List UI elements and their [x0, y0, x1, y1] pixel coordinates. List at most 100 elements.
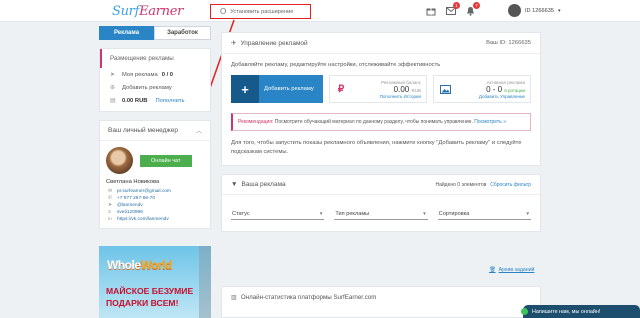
- tab-earnings[interactable]: Заработок: [154, 26, 211, 40]
- active-ads-links[interactable]: Добавить Управление: [455, 94, 525, 99]
- active-ads-card: Активная реклама 0 - 0 в ротации Добавит…: [433, 75, 531, 103]
- chevron-down-icon: ▾: [557, 7, 561, 14]
- your-ads-title-group: ▼ Ваша реклама: [231, 181, 286, 188]
- add-ad-button[interactable]: + Добавить рекламу: [231, 75, 323, 103]
- page-description: Для того, чтобы запустить показы рекламн…: [231, 140, 522, 155]
- bell-icon[interactable]: 7: [465, 2, 480, 16]
- filter-row: Статус ▼ Тип рекламы ▼ Сортировка ▼: [222, 195, 540, 231]
- wallet-icon: ▤: [110, 98, 116, 104]
- ruble-icon: ₽: [337, 83, 345, 95]
- platform-stats-header: ▥ Онлайн-статистика платформы SurfEarner…: [222, 287, 540, 308]
- contact-vk-text: https://vk.com/lanmendv: [117, 217, 169, 222]
- active-ads-body: Активная реклама 0 - 0 в ротации Добавит…: [455, 80, 525, 99]
- banner-logo-world: World: [140, 258, 173, 272]
- contact-telegram-text: @lanmendv: [117, 203, 143, 208]
- page-title: Управление рекламой: [240, 40, 308, 47]
- contact-skype[interactable]: Ssveti120996: [100, 209, 210, 216]
- add-ad-label: Добавить рекламу: [122, 84, 172, 91]
- contact-vk[interactable]: in https://vk.com/lanmendv: [100, 216, 210, 228]
- sort-select[interactable]: Сортировка ▼: [437, 209, 531, 221]
- chat-widget[interactable]: Напишите нам, мы онлайн!: [521, 305, 640, 318]
- left-sidebar: Реклама Заработок Размещение рекламы ➤ М…: [99, 23, 211, 229]
- archive-label: Архив заданий: [498, 267, 535, 273]
- contact-telegram[interactable]: ➤ @lanmendv: [100, 202, 210, 209]
- manager-profile: Онлайн чат: [100, 141, 210, 176]
- platform-stats-panel: ▥ Онлайн-статистика платформы SurfEarner…: [221, 286, 541, 318]
- ad-type-select-label: Тип рекламы: [335, 211, 370, 218]
- platform-stats-title: Онлайн-статистика платформы SurfEarner.c…: [240, 294, 377, 301]
- filter-icon: ▼: [231, 181, 238, 189]
- email-icon: ✉: [108, 189, 113, 194]
- contact-phone-text: +7 977 267-66-70: [117, 196, 156, 201]
- gift-icon[interactable]: [425, 5, 436, 16]
- skype-icon: S: [108, 210, 112, 215]
- chevron-down-icon: ▼: [525, 211, 530, 217]
- page-subtitle: Добавляйте рекламу, редактируйте настрой…: [231, 62, 441, 68]
- recommendation-label: Рекомендация:: [238, 119, 274, 125]
- active-ads-value: 0 - 0: [486, 84, 503, 94]
- contact-email[interactable]: ✉ pr.surfearner@gmail.com: [100, 188, 210, 195]
- chevron-up-icon: ︿: [195, 129, 202, 135]
- your-ads-panel: ▼ Ваша реклама Найдено 0 элементов Сбросит…: [221, 174, 541, 233]
- ad-management-title-group: ✈ Управление рекламой: [231, 39, 308, 47]
- manager-header[interactable]: Ваш личный менеджер ︿: [100, 121, 210, 141]
- ad-type-select[interactable]: Тип рекламы ▼: [334, 209, 428, 221]
- balance-row: ▤ 0.00 RUB Пополнить: [100, 94, 210, 111]
- banner-scrollbar: [199, 246, 211, 318]
- contact-skype-text: sveti120996: [117, 210, 143, 215]
- promo-banner[interactable]: WholeWorld МАЙСКОЕ БЕЗУМИЕ ПОДАРКИ ВСЕМ!: [99, 246, 211, 318]
- user-id-label: ID 1266635: [525, 7, 554, 14]
- phone-icon: ✆: [108, 196, 113, 201]
- reset-filter-link[interactable]: Сбросить фильтр: [490, 182, 531, 188]
- ad-placement-card: Размещение рекламы ➤ Моя реклама 0 / 0 ⊕…: [99, 48, 211, 112]
- sidebar-tabs: Реклама Заработок: [99, 26, 211, 40]
- ad-balance-body: Рекламный баланс 0.00 RUB Пополнить Исто…: [351, 80, 421, 99]
- my-ads-row[interactable]: ➤ Моя реклама 0 / 0: [100, 68, 210, 81]
- ad-balance-value-row: 0.00 RUB: [351, 85, 421, 94]
- trash-icon: 🗑: [489, 267, 496, 273]
- avatar: [508, 4, 521, 17]
- recommendation-link[interactable]: Посмотреть »: [474, 119, 506, 125]
- tab-advertising[interactable]: Реклама: [99, 26, 154, 40]
- ad-placement-title: Размещение рекламы: [100, 49, 210, 68]
- contact-email-text: pr.surfearner@gmail.com: [117, 189, 171, 194]
- recommendation-text: Посмотрите обучающий материал по данному…: [273, 119, 473, 125]
- top-bar: SurfEarner O Установить расширение 1 7 I…: [0, 0, 640, 22]
- chart-icon: ▥: [231, 294, 237, 301]
- archive-link[interactable]: 🗑 Архив заданий: [489, 267, 534, 273]
- message-count-badge: 1: [453, 2, 460, 9]
- your-ads-header: ▼ Ваша реклама Найдено 0 элементов Сбросит…: [222, 175, 540, 196]
- manager-card: Ваш личный менеджер ︿ Онлайн чат Светлан…: [99, 120, 211, 229]
- image-icon: [439, 83, 451, 95]
- add-ad-button-label: Добавить рекламу: [264, 86, 314, 92]
- contact-phone[interactable]: ✆ +7 977 267-66-70: [100, 195, 210, 202]
- ad-balance-card: ₽ Рекламный баланс 0.00 RUB Пополнить Ис…: [329, 75, 427, 103]
- ad-balance-value: 0.00: [393, 84, 410, 94]
- telegram-icon: ➤: [108, 203, 113, 208]
- online-chat-button[interactable]: Онлайн чат: [140, 154, 192, 167]
- user-menu[interactable]: ID 1266635 ▾: [508, 4, 560, 17]
- envelope-icon[interactable]: 1: [445, 2, 460, 16]
- sort-select-label: Сортировка: [438, 211, 470, 218]
- manager-name: Светлана Новикова: [106, 179, 160, 185]
- add-ad-row[interactable]: ⊕ Добавить рекламу: [100, 81, 210, 94]
- banner-subheadline: ПОДАРКИ ВСЕМ!: [106, 298, 179, 308]
- my-ads-label: Моя реклама: [122, 71, 158, 78]
- banner-headline: МАЙСКОЕ БЕЗУМИЕ: [106, 286, 194, 296]
- install-extension-button[interactable]: O Установить расширение: [210, 4, 311, 19]
- main-content: ✈ Управление рекламой Ваш ID: 1266635 Доб…: [221, 32, 541, 233]
- topup-link[interactable]: Пополнить: [155, 98, 184, 104]
- notification-count-badge: 7: [473, 2, 480, 9]
- logo-text-surf: Surf: [112, 4, 140, 19]
- logo-text-earner: Earner: [139, 4, 184, 19]
- account-id: Ваш ID: 1266635: [486, 40, 531, 46]
- site-logo[interactable]: SurfEarner: [112, 4, 183, 19]
- notification-icons: 1 7: [425, 2, 480, 16]
- your-ads-meta: Найдено 0 элементов Сбросить фильтр: [435, 182, 531, 188]
- status-select[interactable]: Статус ▼: [231, 209, 325, 221]
- ad-balance-links[interactable]: Пополнить История: [351, 94, 421, 99]
- your-ads-title: Ваша реклама: [241, 181, 286, 189]
- ad-balance-unit: RUB: [411, 87, 421, 93]
- vk-icon: in: [108, 217, 112, 222]
- banner-logo: WholeWorld: [107, 258, 172, 272]
